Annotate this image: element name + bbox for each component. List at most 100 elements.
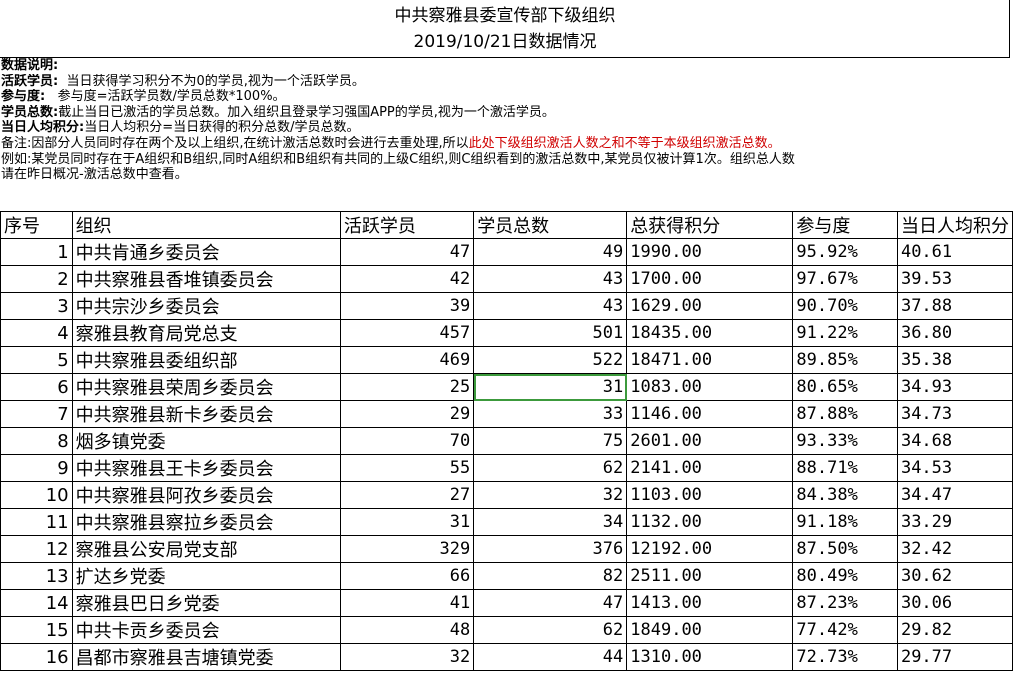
cell-points[interactable]: 1700.00 — [626, 265, 794, 293]
cell-points[interactable]: 12192.00 — [626, 535, 794, 563]
cell-participation[interactable]: 84.38% — [792, 481, 898, 509]
cell-points[interactable]: 1146.00 — [626, 400, 794, 428]
cell-active[interactable]: 329 — [339, 535, 475, 563]
table-row[interactable]: 5 中共察雅县委组织部 469 522 18471.00 89.85% 35.38 — [0, 346, 1013, 374]
cell-total[interactable]: 44 — [473, 643, 628, 671]
cell-active[interactable]: 42 — [339, 265, 475, 293]
cell-org[interactable]: 察雅县教育局党总支 — [71, 319, 341, 347]
cell-active[interactable]: 32 — [339, 643, 475, 671]
cell-points[interactable]: 1103.00 — [626, 481, 794, 509]
cell-participation[interactable]: 77.42% — [792, 616, 898, 644]
cell-active[interactable]: 469 — [339, 346, 475, 374]
cell-participation[interactable]: 88.71% — [792, 454, 898, 482]
cell-points[interactable]: 1629.00 — [626, 292, 794, 320]
cell-participation[interactable]: 91.22% — [792, 319, 898, 347]
cell-index[interactable]: 13 — [0, 562, 73, 590]
cell-index[interactable]: 5 — [0, 346, 73, 374]
cell-active[interactable]: 27 — [339, 481, 475, 509]
cell-org[interactable]: 中共察雅县王卡乡委员会 — [71, 454, 341, 482]
cell-participation[interactable]: 91.18% — [792, 508, 898, 536]
cell-active[interactable]: 39 — [339, 292, 475, 320]
cell-total[interactable]: 49 — [473, 238, 628, 266]
cell-avg[interactable]: 34.73 — [896, 400, 1013, 428]
cell-avg[interactable]: 29.77 — [896, 643, 1013, 671]
cell-participation[interactable]: 90.70% — [792, 292, 898, 320]
cell-active[interactable]: 70 — [339, 427, 475, 455]
cell-index[interactable]: 4 — [0, 319, 73, 347]
cell-active[interactable]: 41 — [339, 589, 475, 617]
cell-participation[interactable]: 97.67% — [792, 265, 898, 293]
cell-avg[interactable]: 34.47 — [896, 481, 1013, 509]
cell-points[interactable]: 2601.00 — [626, 427, 794, 455]
cell-participation[interactable]: 87.88% — [792, 400, 898, 428]
cell-total[interactable]: 75 — [473, 427, 628, 455]
cell-participation[interactable]: 80.65% — [792, 373, 898, 401]
cell-org[interactable]: 中共卡贡乡委员会 — [71, 616, 341, 644]
cell-participation[interactable]: 89.85% — [792, 346, 898, 374]
cell-org[interactable]: 中共肯通乡委员会 — [71, 238, 341, 266]
cell-points[interactable]: 1132.00 — [626, 508, 794, 536]
cell-org[interactable]: 中共察雅县委组织部 — [71, 346, 341, 374]
cell-org[interactable]: 烟多镇党委 — [71, 427, 341, 455]
cell-index[interactable]: 8 — [0, 427, 73, 455]
cell-org[interactable]: 中共察雅县新卡乡委员会 — [71, 400, 341, 428]
cell-total[interactable]: 43 — [473, 265, 628, 293]
cell-index[interactable]: 11 — [0, 508, 73, 536]
cell-participation[interactable]: 95.92% — [792, 238, 898, 266]
cell-total[interactable]: 82 — [473, 562, 628, 590]
cell-participation[interactable]: 93.33% — [792, 427, 898, 455]
cell-total[interactable]: 31 — [473, 373, 628, 401]
cell-active[interactable]: 48 — [339, 616, 475, 644]
cell-active[interactable]: 25 — [339, 373, 475, 401]
cell-points[interactable]: 1413.00 — [626, 589, 794, 617]
table-row[interactable]: 11 中共察雅县察拉乡委员会 31 34 1132.00 91.18% 33.29 — [0, 508, 1013, 536]
table-row[interactable]: 15 中共卡贡乡委员会 48 62 1849.00 77.42% 29.82 — [0, 616, 1013, 644]
cell-total[interactable]: 33 — [473, 400, 628, 428]
cell-avg[interactable]: 34.68 — [896, 427, 1013, 455]
cell-active[interactable]: 31 — [339, 508, 475, 536]
cell-index[interactable]: 6 — [0, 373, 73, 401]
cell-points[interactable]: 18435.00 — [626, 319, 794, 347]
table-row[interactable]: 1 中共肯通乡委员会 47 49 1990.00 95.92% 40.61 — [0, 238, 1013, 266]
table-row[interactable]: 14 察雅县巴日乡党委 41 47 1413.00 87.23% 30.06 — [0, 589, 1013, 617]
cell-avg[interactable]: 30.62 — [896, 562, 1013, 590]
cell-org[interactable]: 察雅县巴日乡党委 — [71, 589, 341, 617]
table-row[interactable]: 10 中共察雅县阿孜乡委员会 27 32 1103.00 84.38% 34.47 — [0, 481, 1013, 509]
cell-active[interactable]: 47 — [339, 238, 475, 266]
cell-avg[interactable]: 35.38 — [896, 346, 1013, 374]
cell-total[interactable]: 376 — [473, 535, 628, 563]
table-row[interactable]: 16 昌都市察雅县吉塘镇党委 32 44 1310.00 72.73% 29.77 — [0, 643, 1013, 671]
cell-index[interactable]: 9 — [0, 454, 73, 482]
table-row[interactable]: 7 中共察雅县新卡乡委员会 29 33 1146.00 87.88% 34.73 — [0, 400, 1013, 428]
cell-total[interactable]: 62 — [473, 454, 628, 482]
table-row[interactable]: 13 扩达乡党委 66 82 2511.00 80.49% 30.62 — [0, 562, 1013, 590]
cell-org[interactable]: 中共宗沙乡委员会 — [71, 292, 341, 320]
table-row[interactable]: 9 中共察雅县王卡乡委员会 55 62 2141.00 88.71% 34.53 — [0, 454, 1013, 482]
cell-points[interactable]: 1310.00 — [626, 643, 794, 671]
cell-points[interactable]: 1849.00 — [626, 616, 794, 644]
cell-points[interactable]: 1083.00 — [626, 373, 794, 401]
cell-index[interactable]: 15 — [0, 616, 73, 644]
cell-total[interactable]: 501 — [473, 319, 628, 347]
cell-avg[interactable]: 40.61 — [896, 238, 1013, 266]
cell-index[interactable]: 12 — [0, 535, 73, 563]
cell-active[interactable]: 457 — [339, 319, 475, 347]
cell-avg[interactable]: 34.53 — [896, 454, 1013, 482]
cell-org[interactable]: 察雅县公安局党支部 — [71, 535, 341, 563]
cell-org[interactable]: 扩达乡党委 — [71, 562, 341, 590]
cell-total[interactable]: 32 — [473, 481, 628, 509]
cell-total[interactable]: 43 — [473, 292, 628, 320]
cell-index[interactable]: 7 — [0, 400, 73, 428]
cell-org[interactable]: 中共察雅县香堆镇委员会 — [71, 265, 341, 293]
cell-participation[interactable]: 72.73% — [792, 643, 898, 671]
table-row[interactable]: 8 烟多镇党委 70 75 2601.00 93.33% 34.68 — [0, 427, 1013, 455]
cell-avg[interactable]: 30.06 — [896, 589, 1013, 617]
cell-points[interactable]: 2141.00 — [626, 454, 794, 482]
cell-active[interactable]: 29 — [339, 400, 475, 428]
cell-index[interactable]: 10 — [0, 481, 73, 509]
cell-avg[interactable]: 36.80 — [896, 319, 1013, 347]
table-row[interactable]: 12 察雅县公安局党支部 329 376 12192.00 87.50% 32.42 — [0, 535, 1013, 563]
cell-avg[interactable]: 34.93 — [896, 373, 1013, 401]
cell-participation[interactable]: 80.49% — [792, 562, 898, 590]
cell-participation[interactable]: 87.50% — [792, 535, 898, 563]
